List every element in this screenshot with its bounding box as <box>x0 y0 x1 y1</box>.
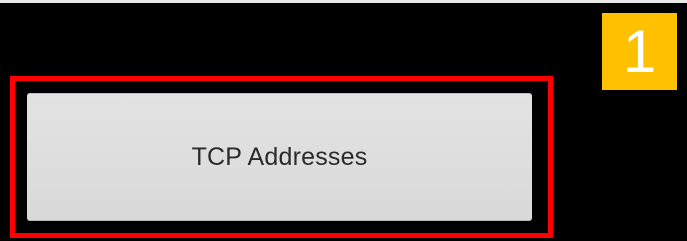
tcp-addresses-button[interactable]: TCP Addresses <box>27 93 532 221</box>
step-number: 1 <box>622 17 657 85</box>
tcp-addresses-button-label: TCP Addresses <box>191 142 368 171</box>
step-number-badge: 1 <box>602 13 677 90</box>
app-screen: 1 TCP Addresses <box>0 0 687 241</box>
top-divider <box>0 0 687 3</box>
